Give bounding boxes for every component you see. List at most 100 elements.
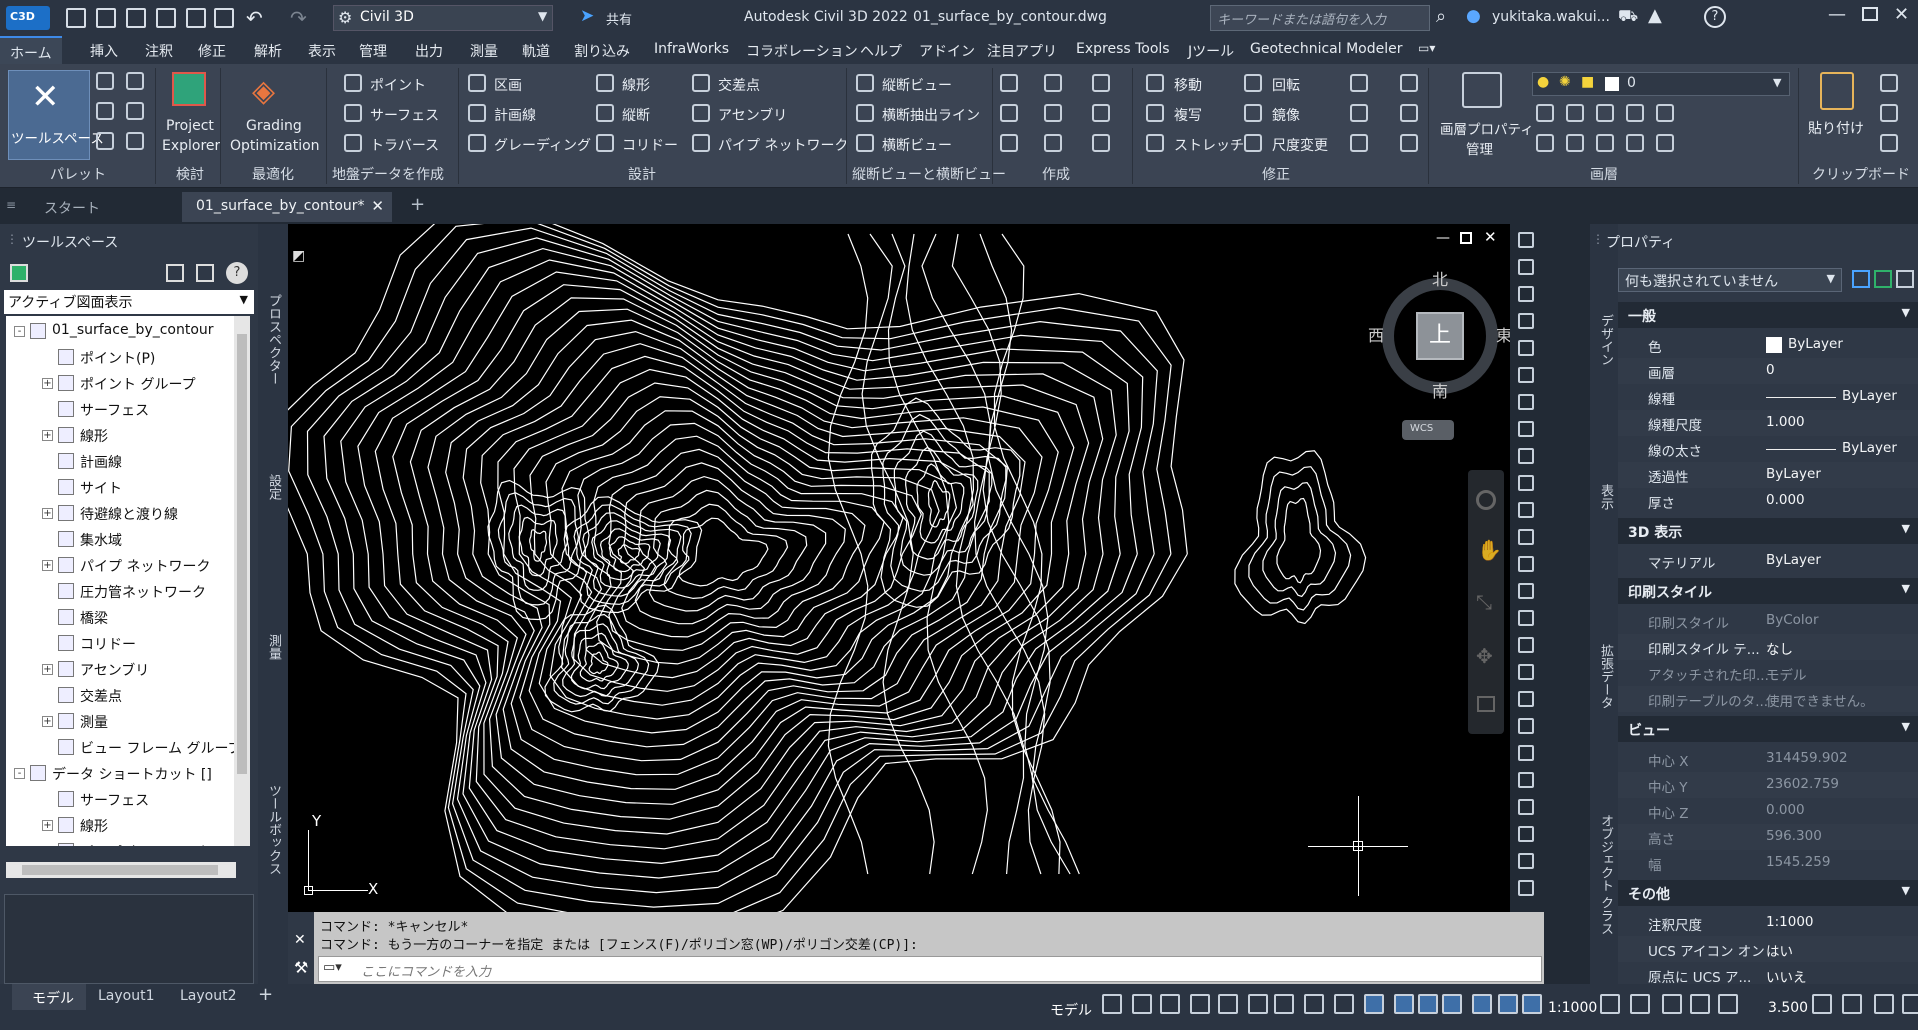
grip-icon[interactable]: ⋮: [6, 232, 18, 246]
strip-tool-icon[interactable]: [1518, 502, 1534, 518]
property-value[interactable]: 使用できません。: [1766, 690, 1874, 710]
tree-node[interactable]: データ ショートカット []: [52, 764, 212, 784]
layer-tool-5[interactable]: [1656, 104, 1674, 122]
command-settings-icon[interactable]: ⚒: [294, 958, 308, 977]
menu-tab-2[interactable]: 注釈: [145, 41, 173, 61]
maximize-icon[interactable]: [1862, 7, 1878, 21]
tree-node[interactable]: ポイント グループ: [80, 374, 196, 394]
group-layers[interactable]: 画層: [1590, 164, 1618, 184]
redo-icon[interactable]: ↷: [290, 6, 307, 30]
tree-node[interactable]: サーフェス: [80, 790, 149, 810]
undo-icon[interactable]: ↶: [246, 6, 263, 30]
rotate-button[interactable]: 回転: [1272, 75, 1300, 95]
tree-node[interactable]: 線形: [80, 426, 108, 446]
menu-tab-18[interactable]: Geotechnical Modeler: [1250, 41, 1402, 57]
strip-tool-icon[interactable]: [1518, 421, 1534, 437]
property-row[interactable]: 中心 Z 0.000: [1618, 798, 1918, 824]
toolspace-button[interactable]: ✕ ツールスペース: [8, 70, 104, 160]
property-value[interactable]: いいえ: [1766, 966, 1807, 986]
print-icon[interactable]: [214, 8, 234, 28]
status-toggle-icon[interactable]: [1690, 994, 1710, 1014]
grading-label-1[interactable]: Grading: [246, 118, 302, 134]
toolspace-tool-icon-2[interactable]: [196, 264, 214, 282]
prospector-tree[interactable]: - 01_surface_by_contour ポイント(P) + ポイント グループサ…: [6, 316, 250, 846]
viewcube-top-face[interactable]: 上: [1416, 312, 1464, 360]
command-prompt-icon[interactable]: ▭▾: [323, 960, 342, 975]
tab-layout2[interactable]: Layout2: [180, 988, 237, 1004]
tree-vertical-scrollbar[interactable]: [234, 316, 250, 846]
section-view-button[interactable]: 横断ビュー: [882, 135, 952, 155]
search-input[interactable]: キーワードまたは語句を入力: [1210, 5, 1430, 31]
property-value[interactable]: 0.000: [1766, 492, 1805, 508]
strip-tool-icon[interactable]: [1518, 799, 1534, 815]
viewport-restore-icon[interactable]: [1460, 232, 1472, 244]
tree-node[interactable]: 01_surface_by_contour: [52, 322, 214, 338]
toolspace-side-tab[interactable]: ツールボックス: [264, 784, 283, 875]
pan-icon[interactable]: ✋: [1477, 538, 1502, 562]
properties-side-tab[interactable]: 拡張データ: [1596, 644, 1615, 709]
toolspace-side-tab[interactable]: プロスペクター: [264, 294, 283, 385]
menu-tab-15[interactable]: 注目アプリ: [987, 41, 1057, 61]
tree-node[interactable]: アセンブリ: [80, 660, 149, 680]
arc-icon[interactable]: [1044, 74, 1062, 92]
property-row[interactable]: 幅 1545.259: [1618, 850, 1918, 876]
fillet-icon[interactable]: [1092, 74, 1110, 92]
status-toggle-icon[interactable]: [1394, 994, 1414, 1014]
tree-node[interactable]: 集水域: [80, 530, 122, 550]
toolspace-tool-icon-1[interactable]: [166, 264, 184, 282]
layer-tool-10[interactable]: [1656, 134, 1674, 152]
property-value[interactable]: 314459.902: [1766, 750, 1848, 766]
property-value[interactable]: なし: [1766, 638, 1793, 658]
status-toggle-icon[interactable]: [1498, 994, 1518, 1014]
tree-node[interactable]: 交差点: [80, 686, 122, 706]
group-palette[interactable]: パレット: [50, 164, 106, 184]
strip-tool-icon[interactable]: [1518, 232, 1534, 248]
drawing-viewport[interactable]: ◩ — ✕ 上 北 南 西 東 WCS ✋ ⤡ ✥ Y X: [288, 224, 1512, 912]
property-value[interactable]: ByLayer: [1788, 336, 1843, 352]
tree-expander[interactable]: +: [42, 508, 53, 519]
property-value[interactable]: ByLayer: [1766, 466, 1821, 482]
project-explorer-icon[interactable]: [172, 72, 206, 106]
strip-tool-icon[interactable]: [1518, 691, 1534, 707]
surfaces-button[interactable]: サーフェス: [370, 105, 439, 125]
scale-button[interactable]: 尺度変更: [1272, 135, 1328, 155]
select-objects-icon[interactable]: [1874, 270, 1892, 288]
tool-palette-strip[interactable]: [1510, 224, 1544, 912]
layer-properties-label-1[interactable]: 画層プロパティ: [1440, 118, 1534, 138]
property-row[interactable]: 注釈尺度 1:1000: [1618, 910, 1918, 936]
user-name[interactable]: yukitaka.wakui...: [1492, 9, 1610, 25]
menu-tab-13[interactable]: ヘルプ: [860, 41, 902, 61]
property-row[interactable]: 中心 X 314459.902: [1618, 746, 1918, 772]
profile-view-button[interactable]: 縦断ビュー: [882, 75, 952, 95]
status-toggle-icon[interactable]: [1304, 994, 1324, 1014]
sample-lines-button[interactable]: 横断抽出ライン: [882, 105, 980, 125]
add-layout-icon[interactable]: +: [258, 984, 273, 1005]
property-row[interactable]: 印刷スタイル テ... なし: [1618, 634, 1918, 660]
tree-node[interactable]: パイプ ネットワーク: [80, 556, 210, 576]
line-icon[interactable]: [1000, 74, 1018, 92]
selection-dropdown[interactable]: 何も選択されていません ▼: [1618, 268, 1842, 292]
cart-icon[interactable]: ⛟: [1618, 6, 1638, 27]
properties-side-tab[interactable]: オブジェクト クラス: [1596, 814, 1615, 935]
tree-node[interactable]: 待避線と渡り線: [80, 504, 178, 524]
status-toggle-icon[interactable]: [1248, 994, 1268, 1014]
status-toggle-icon[interactable]: [1364, 994, 1384, 1014]
ribbon-options-icon[interactable]: ▭▾: [1418, 41, 1435, 55]
property-section-header[interactable]: 印刷スタイル ▼: [1618, 578, 1918, 604]
copy-button[interactable]: 複写: [1174, 105, 1202, 125]
tree-node[interactable]: 測量: [80, 712, 108, 732]
property-row[interactable]: 色 ByLayer: [1618, 332, 1918, 358]
tree-node[interactable]: 線形: [80, 816, 108, 836]
open-icon[interactable]: [96, 8, 116, 28]
menu-tab-3[interactable]: 修正: [198, 41, 226, 61]
strip-tool-icon[interactable]: [1518, 313, 1534, 329]
zoom-icon[interactable]: ⤡: [1476, 590, 1492, 614]
tree-node[interactable]: サーフェス: [80, 400, 149, 420]
strip-tool-icon[interactable]: [1518, 637, 1534, 653]
status-toggle-icon[interactable]: [1472, 994, 1492, 1014]
property-section-header[interactable]: 一般 ▼: [1618, 302, 1918, 328]
viewcube[interactable]: 上 北 南 西 東: [1368, 270, 1512, 401]
group-draw[interactable]: 作成: [1042, 164, 1070, 184]
group-design[interactable]: 設計: [628, 164, 656, 184]
grading-label-2[interactable]: Optimization: [230, 138, 320, 154]
